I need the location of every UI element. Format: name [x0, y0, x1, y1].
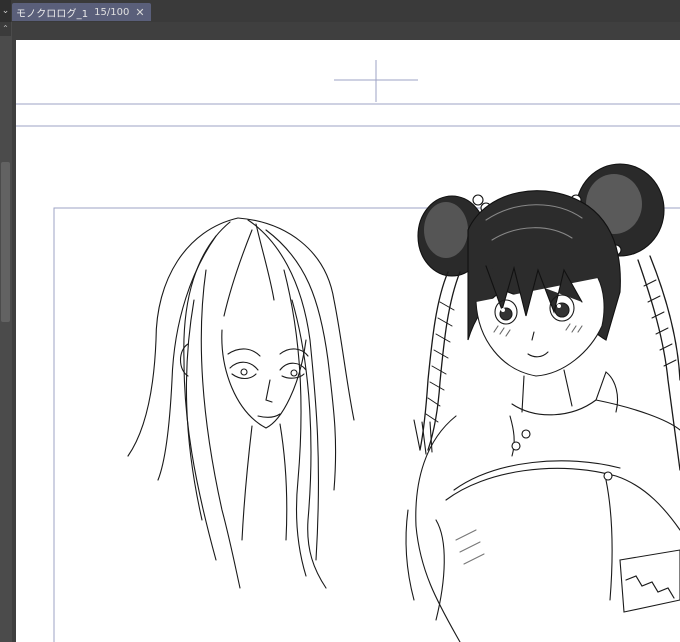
app-window: ⌄ モノクロログ_1 15/100 ✕ ⌃ — [0, 0, 680, 642]
document-tab[interactable]: モノクロログ_1 15/100 ✕ — [12, 3, 151, 21]
tab-list-chevron-icon[interactable]: ⌄ — [0, 0, 11, 22]
tab-close-icon[interactable]: ✕ — [135, 7, 144, 18]
document-tab-title: モノクロログ_1 — [16, 8, 89, 20]
right-character-sketch — [405, 163, 680, 642]
document-tab-bar: ⌄ モノクロログ_1 15/100 ✕ — [0, 0, 680, 23]
document-tab-zoom: 15/100 — [94, 6, 130, 18]
vertical-scrollbar-thumb[interactable] — [1, 162, 10, 322]
canvas-paper[interactable] — [16, 40, 680, 642]
canvas-artwork — [16, 60, 680, 642]
panel-collapse-chevron-icon[interactable]: ⌃ — [0, 22, 11, 36]
left-character-sketch — [127, 217, 355, 589]
canvas-viewport[interactable] — [12, 22, 680, 642]
left-panel-gutter: ⌃ — [0, 22, 12, 642]
